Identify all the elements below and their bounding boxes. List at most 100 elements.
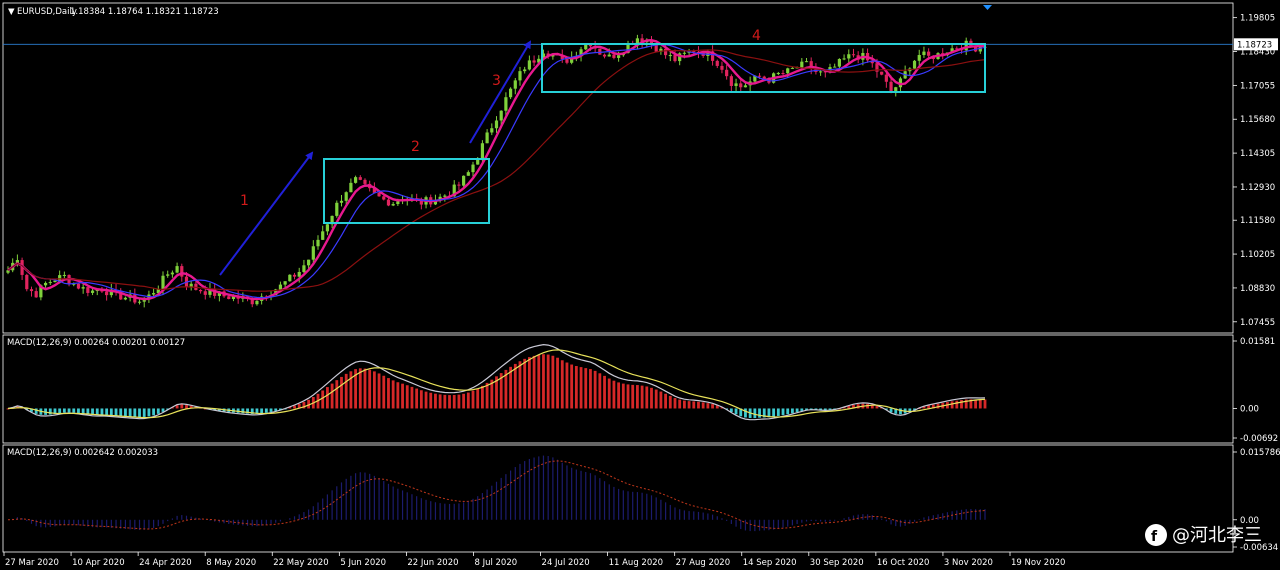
macd-histogram-bar	[481, 385, 484, 409]
candle	[734, 78, 738, 92]
macd-histogram-bar	[100, 408, 104, 415]
macd-histogram-bar	[138, 408, 141, 418]
macd-histogram-bar	[551, 355, 555, 409]
macd-histogram-bar	[593, 370, 597, 409]
macd-histogram-bar	[156, 408, 160, 414]
macd-histogram-bar	[650, 387, 653, 409]
trend-arrow	[219, 151, 314, 276]
macd-histogram-bar	[527, 357, 531, 409]
price-tick-label: 1.17055	[1240, 81, 1275, 91]
candle	[358, 175, 362, 181]
candle	[175, 262, 179, 274]
candle	[865, 48, 870, 63]
macd-histogram-bar	[579, 367, 583, 409]
macd-histogram-bar	[565, 362, 569, 409]
macd-histogram-bar	[471, 390, 475, 409]
macd-histogram-bar	[349, 371, 353, 409]
candle	[339, 194, 344, 207]
candle	[20, 257, 24, 281]
candle	[137, 299, 142, 305]
macd-histogram-bar	[664, 393, 667, 409]
macd-histogram-bar	[753, 408, 757, 419]
candle	[330, 215, 334, 229]
macd-histogram-bar	[147, 408, 151, 417]
candle	[152, 288, 156, 297]
shift-marker-icon[interactable]	[983, 5, 992, 10]
candle	[851, 48, 856, 58]
x-tick-label: 27 Mar 2020	[5, 558, 59, 568]
macd-histogram-bar	[77, 408, 80, 414]
macd-histogram-bar	[429, 392, 433, 409]
watermark: f @河北李三	[1145, 524, 1262, 546]
x-tick-label: 22 May 2020	[273, 558, 328, 568]
candle	[720, 61, 724, 74]
macd2-panel-frame	[2, 444, 1234, 553]
candle	[325, 222, 330, 236]
wave-label: 1	[240, 193, 249, 209]
x-tick-label: 22 Jun 2020	[407, 558, 458, 568]
wave-label: 2	[411, 139, 420, 155]
macd-histogram-bar	[128, 408, 132, 417]
macd-histogram-bar	[424, 391, 428, 409]
x-tick-label: 8 Jul 2020	[474, 558, 517, 568]
macd-histogram-bar	[476, 388, 480, 409]
candle	[29, 286, 34, 297]
price-tick-label: 1.08830	[1240, 284, 1275, 294]
macd-histogram-bar	[180, 404, 184, 409]
macd-histogram-bar	[772, 408, 776, 417]
candle	[316, 235, 320, 250]
x-tick-label: 14 Sep 2020	[743, 558, 797, 568]
watermark-text: @河北李三	[1172, 525, 1262, 546]
candle	[880, 71, 884, 76]
candle	[842, 54, 846, 61]
candle	[349, 178, 353, 193]
candle	[490, 123, 494, 136]
candle	[776, 71, 780, 76]
macd-histogram-bar	[335, 380, 339, 409]
macd-histogram-bar	[626, 384, 630, 409]
macd-histogram-bar	[899, 408, 902, 415]
macd-histogram-bar	[485, 382, 489, 409]
chart-canvas: ▼ EURUSD,Daily 1.18384 1.18764 1.18321 1…	[2, 2, 1280, 568]
candle	[198, 289, 203, 294]
candle	[353, 175, 358, 184]
macd-histogram-bar	[546, 354, 550, 409]
macd-histogram-bar	[682, 400, 686, 409]
macd-histogram-bar	[612, 380, 616, 409]
candle	[513, 78, 517, 95]
consolidation-box	[323, 158, 490, 224]
macd-tick-label: -0.00692	[1240, 434, 1278, 444]
macd-histogram-bar	[326, 387, 329, 409]
macd-histogram-bar	[260, 408, 264, 414]
macd-histogram-bar	[396, 382, 400, 409]
macd-histogram-bar	[48, 408, 52, 415]
macd-histogram-bar	[617, 382, 621, 409]
candle	[649, 36, 654, 49]
candle	[123, 296, 128, 301]
candle	[391, 202, 395, 207]
macd-histogram-bar	[72, 408, 76, 413]
candle	[288, 274, 292, 282]
macd-histogram-bar	[640, 385, 644, 409]
macd-histogram-bar	[584, 368, 588, 409]
candle	[903, 65, 907, 80]
macd-histogram-bar	[452, 394, 456, 409]
price-tick-label: 1.11580	[1240, 216, 1275, 226]
candle	[494, 116, 499, 133]
macd-histogram-bar	[795, 408, 799, 413]
annotations: 1 2 3 4	[219, 28, 986, 276]
macd-tick-label: 0.01581	[1240, 337, 1275, 347]
macd-histogram-bar	[518, 361, 522, 409]
macd-histogram-bar	[673, 398, 677, 409]
candle	[457, 181, 461, 191]
macd-histogram-bar	[636, 385, 639, 409]
macd-histogram-bar	[678, 399, 682, 409]
macd-histogram-bar	[419, 390, 423, 409]
candle	[922, 46, 926, 58]
macd-histogram-bar	[654, 389, 658, 409]
candle	[527, 55, 531, 71]
macd-histogram-bar	[95, 408, 99, 415]
price-tick-label: 1.15680	[1240, 115, 1275, 125]
candle	[25, 273, 29, 292]
header-arrow-icon[interactable]: ▼	[8, 7, 15, 17]
